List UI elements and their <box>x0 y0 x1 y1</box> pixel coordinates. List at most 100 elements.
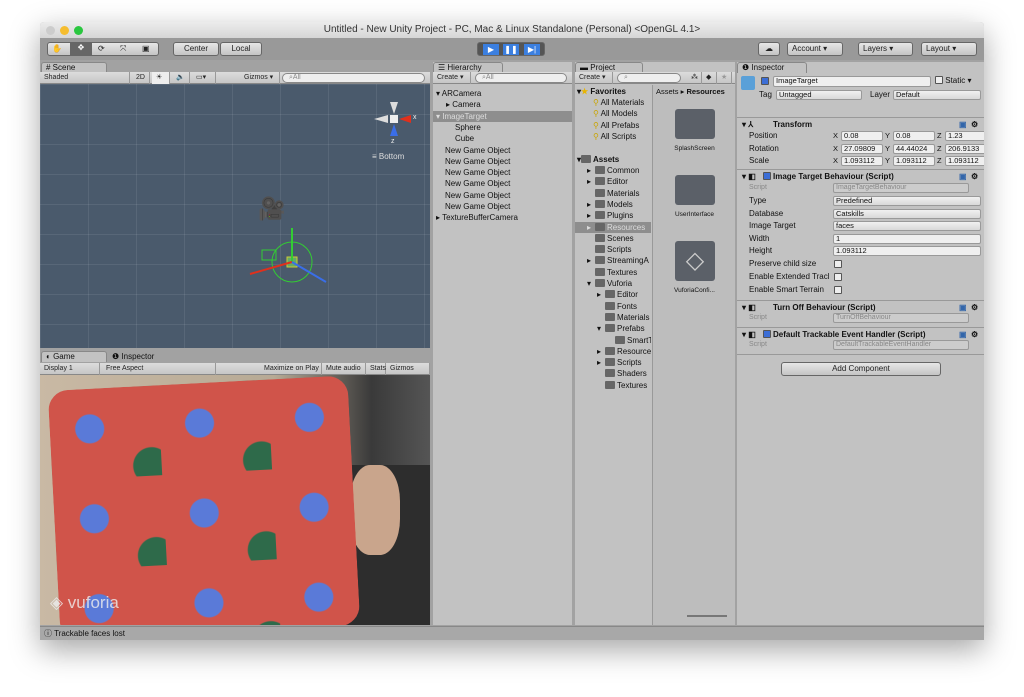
transform-x-field[interactable]: 27.09809 <box>841 143 883 154</box>
assets-header[interactable]: ▾ Assets <box>577 154 619 165</box>
static-toggle[interactable]: Static ▾ <box>935 76 972 86</box>
breadcrumb-assets[interactable]: Assets <box>656 87 679 96</box>
hierarchy-item[interactable]: ▸ Camera <box>433 99 572 110</box>
help-icon[interactable]: ▣ <box>959 170 967 183</box>
folder-item[interactable]: ▸ Scripts <box>575 357 651 368</box>
object-name-field[interactable]: ImageTarget <box>773 76 931 87</box>
filter-label-icon[interactable]: ◆ <box>702 72 717 84</box>
hierarchy-item[interactable]: New Game Object <box>433 156 572 167</box>
dteh-enabled-checkbox[interactable] <box>763 330 771 338</box>
database-dropdown[interactable]: Catskills <box>833 209 981 219</box>
pivot-local-button[interactable]: Local <box>220 42 262 56</box>
zoom-button[interactable] <box>74 26 83 35</box>
hierarchy-create-button[interactable]: Create ▾ <box>433 72 471 84</box>
folder-item[interactable]: SmartT <box>575 335 651 346</box>
minimize-button[interactable] <box>60 26 69 35</box>
account-dropdown[interactable]: Account ▾ <box>787 42 843 56</box>
favorite-item[interactable]: ⚲ All Scripts <box>593 131 636 142</box>
layer-dropdown[interactable]: Default <box>893 90 981 100</box>
help-icon[interactable]: ▣ <box>959 118 967 131</box>
folder-item[interactable]: ▾ Vuforia <box>575 278 651 289</box>
folder-item[interactable]: Scripts <box>575 244 651 255</box>
settings-gear-icon[interactable]: ⚙ <box>971 301 978 314</box>
gizmo-z-cone[interactable] <box>390 124 398 136</box>
display-dropdown[interactable]: Display 1 <box>40 363 100 375</box>
transform-y-field[interactable]: 44.44024 <box>893 143 935 154</box>
height-field[interactable]: 1.093112 <box>833 246 981 256</box>
static-checkbox[interactable] <box>935 76 943 84</box>
hierarchy-item[interactable]: Sphere <box>433 122 572 133</box>
gizmo-x-cone[interactable] <box>399 115 411 123</box>
folder-item[interactable]: Textures <box>575 267 651 278</box>
project-create-button[interactable]: Create ▾ <box>575 72 613 84</box>
folder-item[interactable]: ▸ Editor <box>575 289 651 300</box>
camera-icon[interactable]: 🎥 <box>258 196 285 222</box>
turn-off-behaviour-header[interactable]: ▾ ◧ Turn Off Behaviour (Script) ▣ ⚙ <box>737 300 984 314</box>
maximize-on-play-toggle[interactable]: Maximize on Play <box>260 363 322 375</box>
hierarchy-item[interactable]: ▾ ARCamera <box>433 88 572 99</box>
settings-gear-icon[interactable]: ⚙ <box>971 118 978 131</box>
hierarchy-item[interactable]: Cube <box>433 133 572 144</box>
hierarchy-item[interactable]: New Game Object <box>433 201 572 212</box>
extended-tracking-checkbox[interactable] <box>834 273 842 281</box>
hierarchy-item[interactable]: New Game Object <box>433 167 572 178</box>
folder-item[interactable]: Shaders <box>575 368 651 379</box>
folder-item[interactable]: Fonts <box>575 301 651 312</box>
hierarchy-search-input[interactable]: ⌕All <box>475 73 567 83</box>
pivot-center-button[interactable]: Center <box>173 42 219 56</box>
tab-inspector[interactable]: ❶ Inspector <box>737 62 807 73</box>
active-checkbox[interactable] <box>761 77 769 85</box>
dteh-script-field[interactable]: DefaultTrackableEventHandler <box>833 340 969 350</box>
rect-icon[interactable]: ▣ <box>142 43 150 55</box>
pause-icon[interactable]: ❚❚ <box>503 44 519 55</box>
folder-item[interactable]: ▾ Prefabs <box>575 323 651 334</box>
hand-icon[interactable]: ✋ <box>52 43 62 55</box>
tag-dropdown[interactable]: Untagged <box>776 90 862 100</box>
transform-x-field[interactable]: 0.08 <box>841 131 883 141</box>
settings-gear-icon[interactable]: ⚙ <box>971 328 978 341</box>
width-field[interactable]: 1 <box>833 234 981 244</box>
step-icon[interactable]: ▶| <box>524 44 540 55</box>
preserve-child-size-checkbox[interactable] <box>834 260 842 268</box>
cloud-icon[interactable]: ☁ <box>758 42 780 56</box>
folder-item[interactable]: ▸ Editor <box>575 176 651 187</box>
itb-enabled-checkbox[interactable] <box>763 172 771 180</box>
turnoff-script-field[interactable]: TurnOffBehaviour <box>833 313 969 323</box>
asset-label[interactable]: UserInterface <box>653 211 736 218</box>
project-search-input[interactable]: ⌕ <box>617 73 681 83</box>
mute-audio-toggle[interactable]: Mute audio <box>322 363 366 375</box>
game-gizmos-toggle[interactable]: Gizmos <box>386 363 430 375</box>
favorite-item[interactable]: ⚲ All Materials <box>593 97 644 108</box>
transform-handles[interactable] <box>240 224 340 304</box>
hierarchy-item[interactable]: New Game Object <box>433 145 572 156</box>
type-dropdown[interactable]: Predefined <box>833 196 981 206</box>
scene-gizmos-dropdown[interactable]: Gizmos ▾ <box>240 72 280 84</box>
scene-search-input[interactable]: ⌕All <box>282 73 425 83</box>
folder-item[interactable]: ▸ Models <box>575 199 651 210</box>
hierarchy-item[interactable]: ▾ ImageTarget <box>433 110 572 122</box>
lighting-icon[interactable]: ☀ <box>152 72 170 84</box>
favorite-item[interactable]: ⚲ All Models <box>593 108 638 119</box>
trackable-event-handler-header[interactable]: ▾ ◧ Default Trackable Event Handler (Scri… <box>737 327 984 341</box>
effects-icon[interactable]: ▭▾ <box>192 72 216 84</box>
transform-y-field[interactable]: 0.08 <box>893 131 935 141</box>
transform-z-field[interactable]: 1.093112 <box>945 156 984 166</box>
favorite-item[interactable]: ⚲ All Prefabs <box>593 120 639 131</box>
2d-toggle[interactable]: 2D <box>132 72 150 84</box>
rotate-icon[interactable]: ⟳ <box>98 43 105 55</box>
favorites-header[interactable]: ▾★ Favorites <box>577 86 626 97</box>
folder-item[interactable]: ▸ Plugins <box>575 210 651 221</box>
smart-terrain-checkbox[interactable] <box>834 286 842 294</box>
asset-label[interactable]: SplashScreen <box>653 145 736 152</box>
gizmo-y-cone[interactable] <box>390 102 398 114</box>
image-target-behaviour-header[interactable]: ▾ ◧ Image Target Behaviour (Script) ▣ ⚙ <box>737 169 984 183</box>
scene-viewport[interactable]: x z ≡ Bottom 🎥 <box>40 84 430 348</box>
folder-item[interactable]: ▸ Resource <box>575 346 651 357</box>
folder-item[interactable]: ▸ Common <box>575 165 651 176</box>
close-button[interactable] <box>46 26 55 35</box>
itb-script-field[interactable]: ImageTargetBehaviour <box>833 183 969 193</box>
hierarchy-item[interactable]: New Game Object <box>433 190 572 201</box>
z-handle[interactable] <box>291 261 327 283</box>
layout-dropdown[interactable]: Layout ▾ <box>921 42 977 56</box>
filter-type-icon[interactable]: ⁂ <box>687 72 702 84</box>
